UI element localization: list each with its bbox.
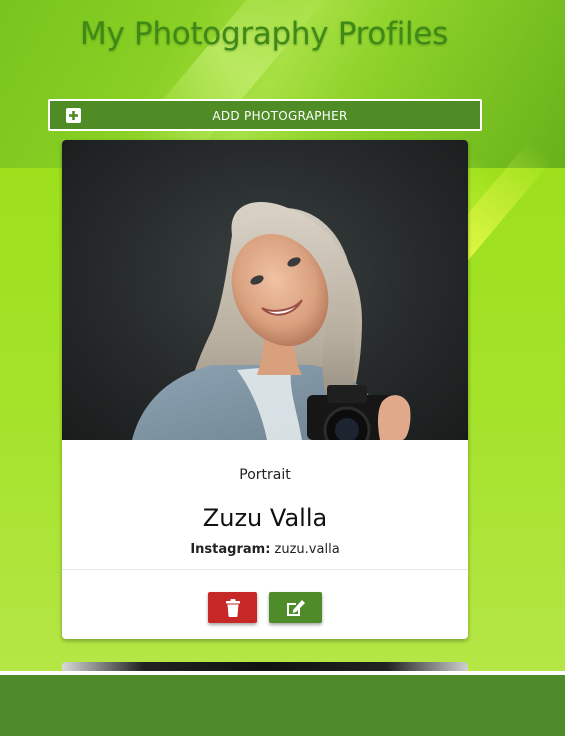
page-title: My Photography Profiles xyxy=(80,16,448,52)
delete-button[interactable] xyxy=(208,592,257,623)
card-divider xyxy=(62,569,468,570)
instagram-handle: zuzu.valla xyxy=(274,542,340,557)
photographer-category: Portrait xyxy=(239,467,291,483)
photographer-card: Portrait Zuzu Valla Instagram: zuzu.vall… xyxy=(62,140,468,639)
add-photographer-button[interactable]: ADD PHOTOGRAPHER xyxy=(48,99,482,131)
profile-photo xyxy=(62,140,468,440)
edit-button[interactable] xyxy=(269,592,322,623)
add-photographer-label: ADD PHOTOGRAPHER xyxy=(212,109,348,123)
trash-icon xyxy=(225,598,240,617)
edit-icon xyxy=(286,599,305,616)
photographer-name: Zuzu Valla xyxy=(202,504,328,532)
instagram-label: Instagram: xyxy=(190,542,271,557)
footer-bar xyxy=(0,675,565,736)
instagram-line: Instagram: zuzu.valla xyxy=(62,542,468,557)
